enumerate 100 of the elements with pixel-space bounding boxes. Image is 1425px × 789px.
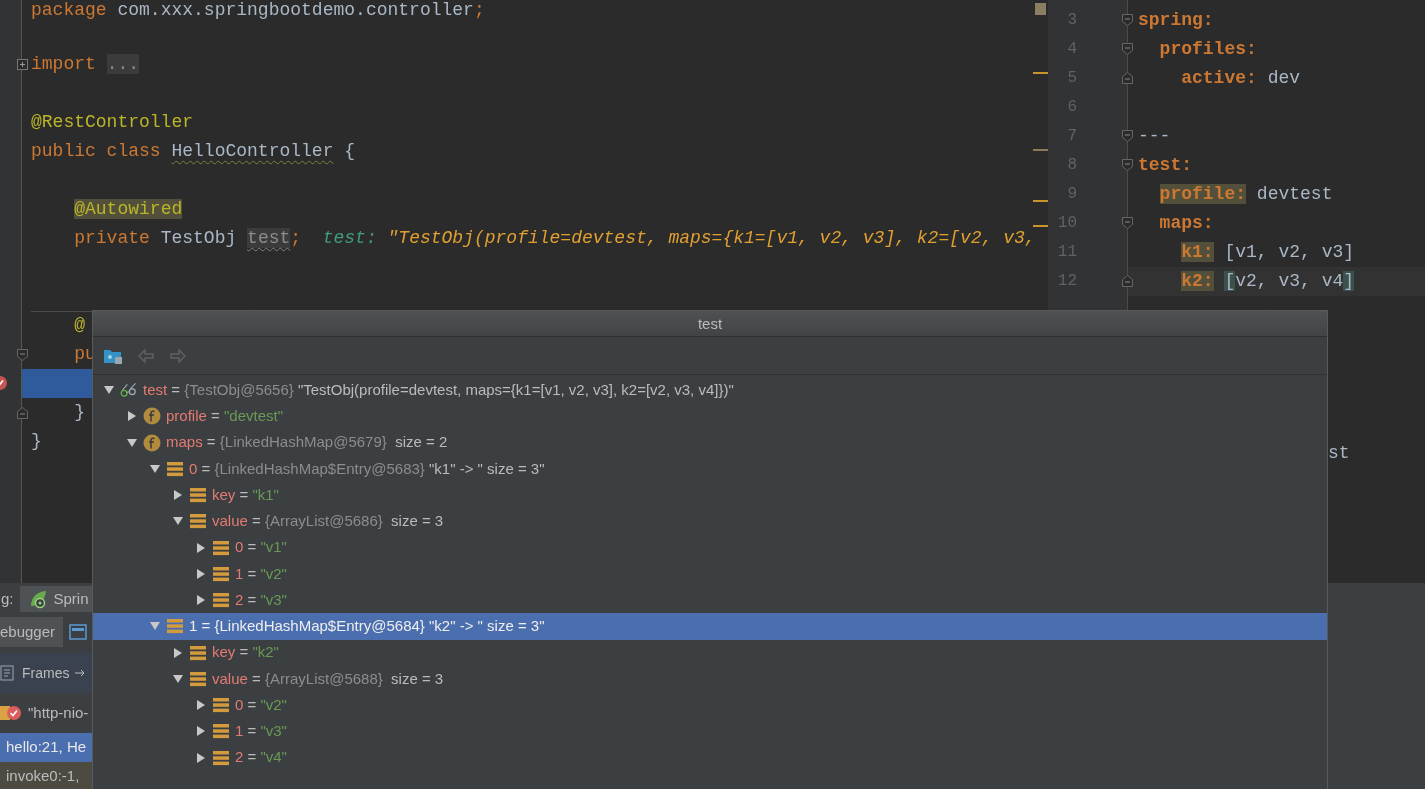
- code-token: ;: [290, 228, 302, 248]
- collapse-arrow-icon[interactable]: [173, 673, 183, 684]
- fold-collapse-icon[interactable]: [1122, 13, 1133, 26]
- code-token: TestObj: [160, 228, 238, 248]
- variable-label: test = {TestObj@5656} "TestObj(profile=devtest, maps={k1=[v1, v2, v3], k2=[v2, v3, v4]})": [143, 379, 734, 400]
- code-token: ;: [473, 0, 485, 20]
- array-item-icon: [166, 459, 184, 478]
- variable-label: 0 = "v1": [235, 537, 287, 558]
- expand-arrow-icon[interactable]: [196, 700, 206, 711]
- array-item-icon: [212, 538, 230, 557]
- array-item-icon: [189, 486, 207, 505]
- code-token: ...: [106, 54, 140, 74]
- code-token: k2:: [1181, 270, 1214, 291]
- code-token: {: [344, 141, 356, 161]
- collapse-arrow-icon[interactable]: [150, 621, 160, 632]
- variable-label: 0 = {LinkedHashMap$Entry@5683} "k1" -> " size = 3": [189, 458, 545, 479]
- code-token: com.xxx.springbootdemo.controller: [117, 0, 474, 20]
- variable-label: maps = {LinkedHashMap@5679} size = 2: [166, 432, 448, 453]
- scrollbar-mark: [1033, 200, 1048, 202]
- collapse-arrow-icon[interactable]: [104, 385, 114, 396]
- tree-row[interactable]: key = "k2": [93, 639, 1327, 666]
- fold-expand-icon[interactable]: [17, 59, 28, 70]
- code-token: HelloController: [171, 141, 334, 161]
- fold-end-icon[interactable]: [1122, 71, 1133, 84]
- collapse-arrow-icon[interactable]: [173, 516, 183, 527]
- variable-label: key = "k1": [212, 484, 279, 505]
- code-token: @: [74, 315, 86, 335]
- panel-tab[interactable]: ebugger: [0, 617, 64, 647]
- expand-arrow-icon[interactable]: [127, 411, 137, 422]
- tree-row[interactable]: key = "k1": [93, 482, 1327, 509]
- fold-collapse-icon[interactable]: [1122, 42, 1133, 55]
- fold-collapse-icon[interactable]: [1122, 129, 1133, 142]
- tree-row[interactable]: profile = "devtest": [93, 403, 1327, 430]
- tree-row[interactable]: 0 = "v1": [93, 534, 1327, 561]
- expand-arrow-icon[interactable]: [196, 568, 206, 579]
- array-item-icon: [212, 748, 230, 767]
- expand-arrow-icon[interactable]: [196, 752, 206, 763]
- fold-end-icon[interactable]: [1122, 274, 1133, 287]
- tree-row[interactable]: value = {ArrayList@5686} size = 3: [93, 508, 1327, 535]
- thread-icon: [0, 703, 22, 723]
- code-token: test: [247, 228, 291, 248]
- array-item-icon: [189, 512, 207, 531]
- field-icon: [143, 433, 161, 452]
- code-token: [v1, v2, v3]: [1224, 241, 1355, 262]
- watch-glasses-icon: [120, 381, 138, 400]
- code-token: }: [74, 402, 86, 422]
- code-token: profile:: [1159, 183, 1247, 204]
- fold-collapse-icon[interactable]: [1122, 216, 1133, 229]
- array-item-icon: [166, 617, 184, 636]
- code-token: profiles:: [1159, 38, 1257, 59]
- collapse-arrow-icon[interactable]: [150, 463, 160, 474]
- code-token: import: [31, 54, 96, 74]
- tree-row[interactable]: 2 = "v4": [93, 744, 1327, 771]
- tree-row[interactable]: 1 = "v2": [93, 560, 1327, 587]
- collapse-arrow-icon[interactable]: [127, 437, 137, 448]
- tree-row[interactable]: maps = {LinkedHashMap@5679} size = 2: [93, 429, 1327, 456]
- variable-label: 1 = {LinkedHashMap$Entry@5684} "k2" -> " size = 3": [189, 616, 545, 637]
- code-token: dev: [1267, 67, 1301, 88]
- fold-end-icon[interactable]: [17, 406, 28, 419]
- scrollbar-mark: [1035, 3, 1046, 15]
- tree-row[interactable]: 0 = "v2": [93, 692, 1327, 719]
- expand-arrow-icon[interactable]: [173, 647, 183, 658]
- expand-arrow-icon[interactable]: [196, 726, 206, 737]
- code-token: "TestObj(profile=devtest, maps={k1=[v1, v2, v3], k2=[v2, v3,: [387, 228, 1036, 248]
- code-token: ]: [1343, 270, 1355, 291]
- code-token: k1:: [1181, 241, 1214, 262]
- array-item-icon: [212, 564, 230, 583]
- expand-arrow-icon[interactable]: [196, 595, 206, 606]
- code-token: test:: [322, 228, 378, 248]
- variable-label: value = {ArrayList@5688} size = 3: [212, 668, 444, 689]
- code-token: ---: [1138, 125, 1171, 146]
- tree-row[interactable]: test = {TestObj@5656} "TestObj(profile=devtest, maps={k1=[v1, v2, v3], k2=[v2, v3, v4]})": [93, 377, 1327, 404]
- array-item-icon: [212, 722, 230, 741]
- field-icon: [143, 407, 161, 426]
- code-token: spring:: [1138, 9, 1214, 30]
- code-token: devtest: [1256, 183, 1333, 204]
- code-token: package: [31, 0, 107, 20]
- tree-row[interactable]: 1 = "v3": [93, 718, 1327, 745]
- fold-collapse-icon[interactable]: [17, 348, 28, 361]
- fold-collapse-icon[interactable]: [1122, 158, 1133, 171]
- code-token: }: [31, 431, 42, 451]
- variable-label: value = {ArrayList@5686} size = 3: [212, 511, 444, 532]
- frames-label: Frames: [22, 663, 70, 683]
- expand-arrow-icon[interactable]: [196, 542, 206, 553]
- tree-row[interactable]: 0 = {LinkedHashMap$Entry@5683} "k1" -> " size = 3": [93, 455, 1327, 482]
- code-token: st: [1328, 442, 1350, 463]
- array-item-icon: [212, 696, 230, 715]
- expand-arrow-icon[interactable]: [173, 490, 183, 501]
- variable-label: 2 = "v3": [235, 589, 287, 610]
- array-item-icon: [189, 669, 207, 688]
- variable-label: 1 = "v3": [235, 721, 287, 742]
- scrollbar-mark: [1033, 225, 1048, 227]
- code-token: private: [74, 228, 150, 248]
- variable-label: 0 = "v2": [235, 694, 287, 715]
- tree-row[interactable]: value = {ArrayList@5688} size = 3: [93, 665, 1327, 692]
- console-icon[interactable]: [69, 624, 88, 640]
- thread-selector[interactable]: "http-nio-: [28, 701, 89, 725]
- array-item-icon: [212, 591, 230, 610]
- tree-row[interactable]: 1 = {LinkedHashMap$Entry@5684} "k2" -> " size = 3": [93, 613, 1327, 640]
- code-token: @Autowired: [74, 199, 183, 219]
